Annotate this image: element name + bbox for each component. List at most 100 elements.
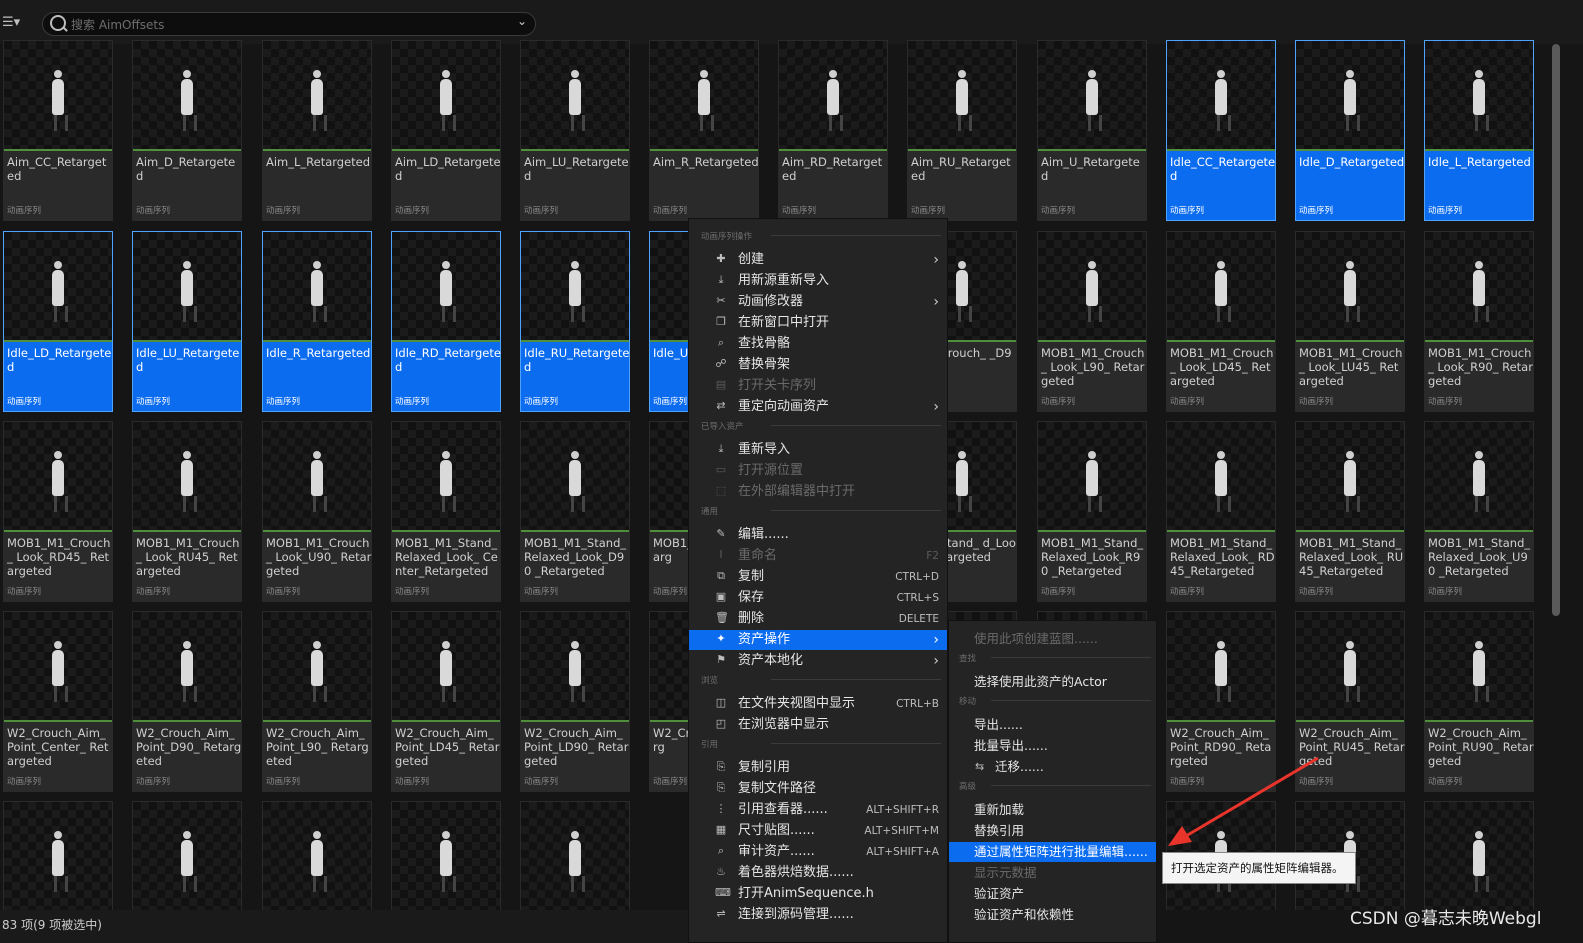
character-figure bbox=[1086, 451, 1102, 512]
character-figure bbox=[1473, 831, 1489, 892]
asset-tile[interactable]: MOB1_M1_Stand_ Relaxed_Look_D90 _Retarge… bbox=[520, 421, 630, 602]
asset-tile[interactable]: Aim_D_Retargeted 动画序列 bbox=[132, 40, 242, 221]
menu-item[interactable]: ⇄ 重定向动画资产 › bbox=[689, 397, 947, 417]
submenu-item[interactable]: 替换引用 bbox=[949, 821, 1156, 841]
asset-tile[interactable]: Aim_RD_Retargeted 动画序列 bbox=[778, 40, 888, 221]
asset-name: W2_Crouch_Aim_ Point_L90_ Retargeted bbox=[266, 726, 369, 768]
menu-item[interactable]: ✚ 创建 › bbox=[689, 250, 947, 270]
asset-tile[interactable]: MOB1_M1_Crouch_ Look_RU45_ Retargeted 动画序… bbox=[132, 421, 242, 602]
asset-tile[interactable]: W2_Crouch_Aim_ Point_Center_ Retargeted 动… bbox=[3, 611, 113, 792]
asset-tile[interactable]: MOB1_M1_Crouch_ Look_R90_ Retargeted 动画序列 bbox=[1424, 231, 1534, 412]
asset-tile[interactable]: MOB1_M1_Stand_ Relaxed_Look_ Center_Reta… bbox=[391, 421, 501, 602]
menu-item[interactable]: ◰ 在浏览器中显示 bbox=[689, 715, 947, 735]
menu-item[interactable]: ⤓ 用新源重新导入 bbox=[689, 271, 947, 291]
asset-tile[interactable]: W2_Crouch_Aim_ Point_RU45_ Retargeted 动画序… bbox=[1295, 611, 1405, 792]
asset-tile[interactable]: Idle_LD_Retargeted 动画序列 bbox=[3, 231, 113, 412]
menu-item[interactable]: ✂ 动画修改器 › bbox=[689, 292, 947, 312]
asset-thumbnail bbox=[133, 232, 241, 342]
copy-path-icon: ⎘ bbox=[716, 781, 726, 794]
menu-item[interactable]: ⌕ 查找骨骼 bbox=[689, 334, 947, 354]
asset-tile[interactable]: Aim_LU_Retargeted 动画序列 bbox=[520, 40, 630, 221]
asset-thumbnail bbox=[650, 41, 758, 151]
search-box[interactable]: ⌄ bbox=[42, 12, 536, 37]
asset-thumbnail bbox=[263, 41, 371, 151]
submenu-item[interactable]: 验证资产和依赖性 bbox=[949, 905, 1156, 925]
menu-item[interactable]: ✦ 资产操作 › bbox=[689, 630, 947, 650]
menu-item[interactable]: ✎ 编辑...... bbox=[689, 525, 947, 545]
asset-tile[interactable]: Aim_U_Retargeted 动画序列 bbox=[1037, 40, 1147, 221]
asset-tile[interactable] bbox=[391, 801, 501, 910]
asset-thumbnail bbox=[1296, 41, 1404, 151]
filter-button[interactable]: ☰▾ bbox=[2, 12, 36, 34]
asset-tile[interactable]: Idle_R_Retargeted 动画序列 bbox=[262, 231, 372, 412]
character-figure bbox=[698, 70, 714, 131]
asset-tile[interactable]: MOB1_M1_Stand_ Relaxed_Look_ RD45_Retarg… bbox=[1166, 421, 1276, 602]
asset-tile[interactable]: Aim_LD_Retargeted 动画序列 bbox=[391, 40, 501, 221]
asset-tile[interactable]: Aim_RU_Retargeted 动画序列 bbox=[907, 40, 1017, 221]
asset-name: Idle_RD_Retargeted bbox=[395, 346, 501, 374]
asset-tile[interactable]: Idle_RD_Retargeted 动画序列 bbox=[391, 231, 501, 412]
menu-item[interactable]: ⌕ 审计资产...... ALT+SHIFT+A bbox=[689, 842, 947, 862]
asset-tile[interactable] bbox=[262, 801, 372, 910]
asset-type-label: 动画序列 bbox=[1170, 206, 1205, 216]
menu-item[interactable]: ◫ 在文件夹视图中显示 CTRL+B bbox=[689, 694, 947, 714]
submenu-item[interactable]: 批量导出...... bbox=[949, 736, 1156, 756]
menu-item[interactable]: ⎘ 复制引用 bbox=[689, 758, 947, 778]
asset-tile[interactable] bbox=[3, 801, 113, 910]
asset-name: Idle_CC_Retargeted bbox=[1170, 155, 1276, 183]
asset-tile[interactable]: W2_Crouch_Aim_ Point_LD45_ Retargeted 动画序… bbox=[391, 611, 501, 792]
asset-tile[interactable]: MOB1_M1_Crouch_ Look_LD45_ Retargeted 动画序… bbox=[1166, 231, 1276, 412]
asset-tile[interactable]: MOB1_M1_Stand_ Relaxed_Look_ RU45_Retarg… bbox=[1295, 421, 1405, 602]
search-input[interactable] bbox=[69, 13, 513, 37]
asset-tile[interactable]: W2_Crouch_Aim_ Point_D90_ Retargeted 动画序列 bbox=[132, 611, 242, 792]
submenu-item[interactable]: 重新加载 bbox=[949, 800, 1156, 820]
menu-item[interactable]: ▣ 保存 CTRL+S bbox=[689, 588, 947, 608]
menu-item[interactable]: ⧉ 复制 CTRL+D bbox=[689, 567, 947, 587]
asset-tile[interactable] bbox=[132, 801, 242, 910]
menu-item[interactable]: ⌨ 打开AnimSequence.h bbox=[689, 884, 947, 904]
submenu-item[interactable]: 导出...... bbox=[949, 715, 1156, 735]
reimport-icon: ⤓ bbox=[718, 273, 724, 286]
asset-tile[interactable]: Aim_L_Retargeted 动画序列 bbox=[262, 40, 372, 221]
asset-thumbnail bbox=[521, 802, 629, 910]
asset-tile[interactable]: Idle_D_Retargeted 动画序列 bbox=[1295, 40, 1405, 221]
menu-section-label: 浏览 bbox=[701, 676, 942, 686]
menu-item[interactable]: ⤓ 重新导入 bbox=[689, 440, 947, 460]
asset-tile[interactable]: Aim_R_Retargeted 动画序列 bbox=[649, 40, 759, 221]
asset-tile[interactable] bbox=[520, 801, 630, 910]
menu-item[interactable]: ⎘ 复制文件路径 bbox=[689, 779, 947, 799]
asset-tile[interactable]: W2_Crouch_Aim_ Point_L90_ Retargeted 动画序列 bbox=[262, 611, 372, 792]
asset-tile[interactable]: Idle_LU_Retargeted 动画序列 bbox=[132, 231, 242, 412]
menu-item[interactable]: ♨ 着色器烘焙数据...... bbox=[689, 863, 947, 883]
menu-item[interactable]: ☍ 替换骨架 bbox=[689, 355, 947, 375]
menu-item[interactable]: ▦ 尺寸贴图...... ALT+SHIFT+M bbox=[689, 821, 947, 841]
asset-tile[interactable]: Idle_RU_Retargeted 动画序列 bbox=[520, 231, 630, 412]
asset-tile[interactable] bbox=[1424, 801, 1534, 910]
asset-tile[interactable]: MOB1_M1_Crouch_ Look_U90_ Retargeted 动画序列 bbox=[262, 421, 372, 602]
character-figure bbox=[1215, 261, 1231, 322]
submenu-item[interactable]: 通过属性矩阵进行批量编辑...... bbox=[949, 842, 1156, 862]
asset-tile[interactable]: Idle_CC_Retargeted 动画序列 bbox=[1166, 40, 1276, 221]
chevron-down-icon[interactable]: ⌄ bbox=[517, 14, 527, 28]
menu-item-label: 在外部编辑器中打开 bbox=[738, 484, 856, 499]
asset-tile[interactable]: W2_Crouch_Aim_ Point_RU90_ Retargeted 动画序… bbox=[1424, 611, 1534, 792]
asset-tile[interactable]: Aim_CC_Retargeted 动画序列 bbox=[3, 40, 113, 221]
submenu-item[interactable]: ⇆ 迁移...... bbox=[949, 757, 1156, 777]
asset-tile[interactable]: MOB1_M1_Stand_ Relaxed_Look_U90 _Retarge… bbox=[1424, 421, 1534, 602]
menu-item[interactable]: 🗑 删除 DELETE bbox=[689, 609, 947, 629]
asset-tile[interactable]: W2_Crouch_Aim_ Point_RD90_ Retargeted 动画序… bbox=[1166, 611, 1276, 792]
submenu-item[interactable]: 验证资产 bbox=[949, 884, 1156, 904]
asset-tile[interactable]: MOB1_M1_Crouch_ Look_L90_ Retargeted 动画序列 bbox=[1037, 231, 1147, 412]
submenu-item[interactable]: 选择使用此资产的Actor bbox=[949, 672, 1156, 692]
menu-item[interactable]: ⚑ 资产本地化 › bbox=[689, 651, 947, 671]
menu-item[interactable]: ❐ 在新窗口中打开 bbox=[689, 313, 947, 333]
menu-item[interactable]: ⇌ 连接到源码管理...... bbox=[689, 905, 947, 925]
asset-tile[interactable]: Idle_L_Retargeted 动画序列 bbox=[1424, 40, 1534, 221]
asset-tile[interactable]: W2_Crouch_Aim_ Point_LD90_ Retargeted 动画序… bbox=[520, 611, 630, 792]
asset-thumbnail bbox=[1425, 422, 1533, 532]
asset-tile[interactable]: MOB1_M1_Crouch_ Look_RD45_ Retargeted 动画序… bbox=[3, 421, 113, 602]
menu-item[interactable]: ⋮ 引用查看器...... ALT+SHIFT+R bbox=[689, 800, 947, 820]
vertical-scrollbar[interactable] bbox=[1552, 44, 1560, 616]
asset-tile[interactable]: MOB1_M1_Crouch_ Look_LU45_ Retargeted 动画序… bbox=[1295, 231, 1405, 412]
asset-tile[interactable]: MOB1_M1_Stand_ Relaxed_Look_R90 _Retarge… bbox=[1037, 421, 1147, 602]
